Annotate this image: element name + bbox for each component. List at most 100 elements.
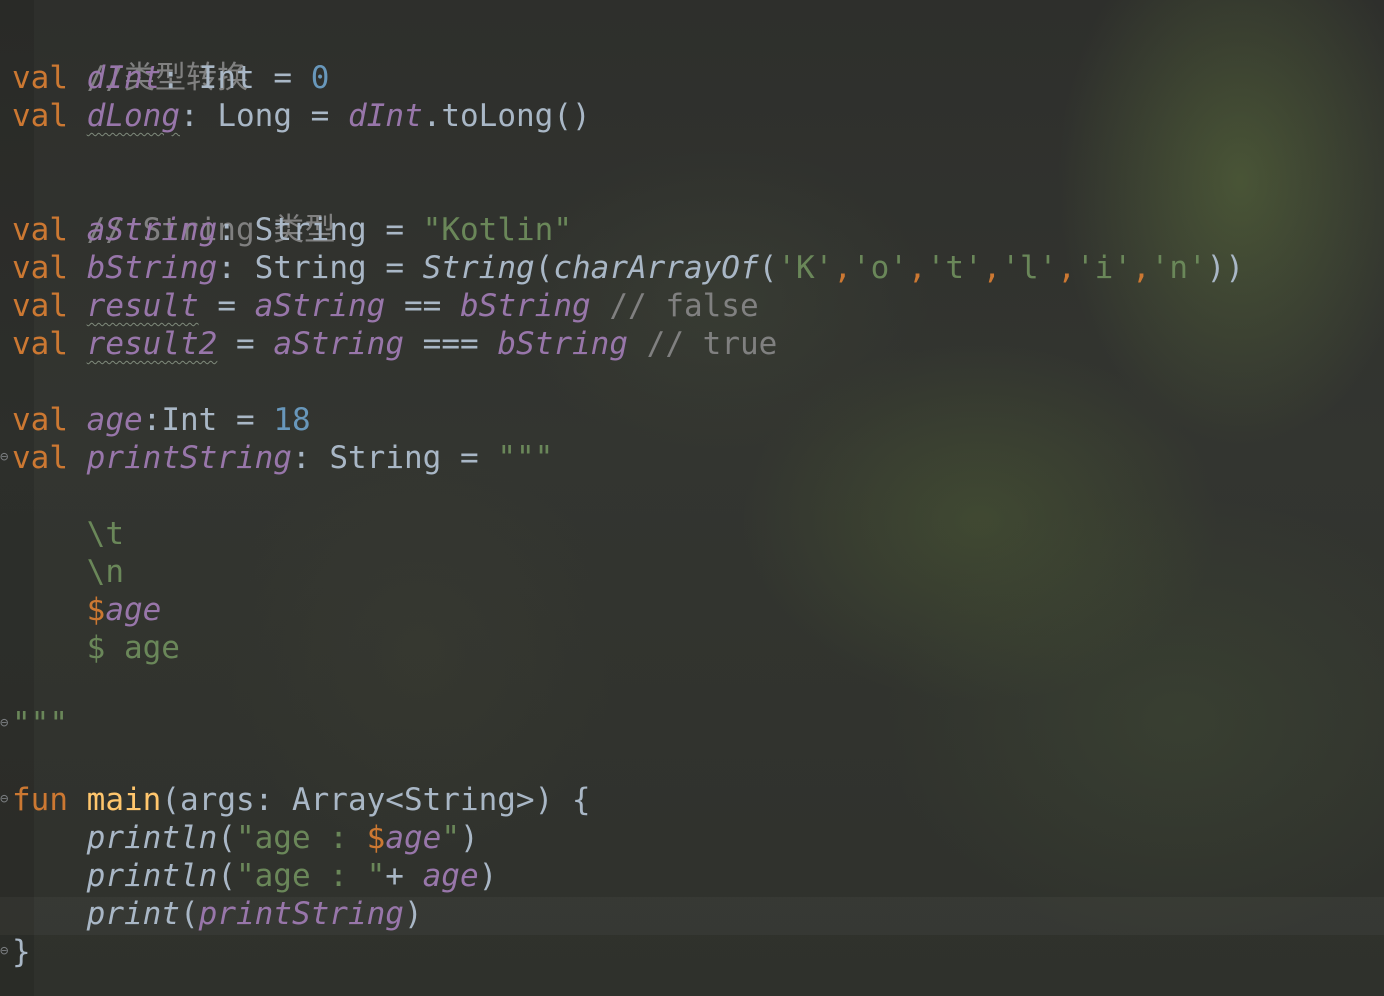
code-line-1: //类型转换 (12, 21, 1384, 96)
function-call: charArrayOf (553, 250, 759, 286)
comma: , (833, 250, 852, 286)
colon: : (291, 440, 311, 476)
identifier-ref: aString (273, 326, 404, 362)
string-literal: "Kotlin" (422, 212, 572, 248)
code-line-20-blank (12, 743, 1384, 781)
assign-operator: = (236, 402, 255, 438)
equality-operator: == (404, 288, 442, 324)
colon: : (161, 60, 180, 96)
keyword-val: val (12, 288, 68, 324)
identifier-warning: result2 (86, 326, 218, 362)
code-line-7: val bString: String = String(charArrayOf… (12, 249, 1384, 287)
function-call: println (86, 820, 218, 856)
close-paren: ) (459, 820, 479, 856)
function-call: println (86, 858, 218, 894)
code-line-9: val result2 = aString === bString // tru… (12, 325, 1384, 363)
assign-operator: = (273, 60, 293, 96)
string-literal: "age : " (235, 858, 386, 894)
code-line-17: $ age (12, 629, 1384, 667)
code-line-3: val dLong: Long = dInt.toLong() (12, 97, 1384, 135)
identifier-ref: printString (198, 896, 404, 932)
number-literal: 18 (273, 402, 311, 438)
template-identifier: age (385, 820, 442, 856)
identifier: bString (86, 250, 218, 286)
type-name: Int (198, 60, 255, 96)
code-line-12: ⊖ val printString: String = """ (0, 439, 1384, 477)
keyword-val: val (12, 98, 68, 134)
code-line-15: \n (12, 553, 1384, 591)
function-call: print (86, 896, 180, 932)
code-line-6: val aString: String = "Kotlin" (12, 211, 1384, 249)
assign-operator: = (310, 98, 330, 134)
function-name: main (86, 782, 162, 818)
assign-operator: = (459, 440, 479, 476)
code-line-14: \t (12, 515, 1384, 553)
keyword-fun: fun (12, 782, 68, 818)
open-paren: ( (534, 250, 554, 286)
comma: , (1057, 250, 1076, 286)
string-literal: "age : (235, 820, 367, 856)
identifier-warning: result (86, 288, 199, 324)
type-name: String (329, 440, 442, 476)
constructor-call: String (422, 250, 535, 286)
template-identifier: age (105, 592, 162, 628)
code-line-19: ⊖ """ (0, 705, 1384, 743)
identity-operator: === (422, 326, 479, 362)
code-line-13-blank (12, 477, 1384, 515)
fold-close-icon[interactable]: ⊖ (0, 714, 10, 732)
char-literal: 't' (926, 250, 983, 286)
identifier: dInt (86, 60, 162, 96)
code-editor[interactable]: //类型转换 val dInt: Int = 0 val dLong: Long… (0, 21, 1384, 971)
raw-string-content: \n (86, 554, 124, 590)
code-line-4-blank (12, 135, 1384, 173)
open-paren: ( (217, 820, 236, 856)
plus-operator: + (385, 858, 423, 894)
comma: , (907, 250, 927, 286)
raw-string-close: """ (12, 706, 68, 742)
fold-open-icon[interactable]: ⊖ (0, 448, 10, 466)
colon: : (217, 250, 236, 286)
assign-operator: = (385, 250, 404, 286)
function-signature: (args: Array<String>) { (161, 782, 591, 818)
template-dollar: $ (366, 820, 386, 856)
raw-string-open: """ (497, 440, 554, 476)
assign-operator: = (217, 288, 236, 324)
colon: : (217, 212, 236, 248)
method-call: .toLong() (422, 98, 591, 134)
code-line-23: println("age : "+ age) (12, 857, 1384, 895)
identifier-ref: aString (254, 288, 386, 324)
keyword-val: val (12, 440, 68, 476)
code-line-22: println("age : $age") (12, 819, 1384, 857)
comment: // true (646, 326, 778, 362)
code-line-5: // String 类型 (12, 173, 1384, 248)
keyword-val: val (12, 326, 68, 362)
identifier-ref: bString (460, 288, 591, 324)
code-line-8: val result = aString == bString // false (12, 287, 1384, 325)
code-line-18-blank (12, 667, 1384, 705)
assign-operator: = (236, 326, 255, 362)
keyword-val: val (12, 402, 68, 438)
close-parens: )) (1206, 250, 1244, 286)
code-line-25: ⊖} (0, 933, 1384, 971)
code-line-16: $age (12, 591, 1384, 629)
char-literal: 'i' (1076, 250, 1132, 286)
code-line-2: val dInt: Int = 0 (12, 59, 1384, 97)
type-name: String (254, 250, 367, 286)
fold-close-icon[interactable]: ⊖ (0, 942, 10, 960)
open-paren: ( (217, 858, 236, 894)
identifier-warning: dLong (86, 98, 180, 134)
colon: : (180, 98, 199, 134)
close-paren: ) (403, 896, 423, 932)
open-paren: ( (179, 896, 199, 932)
identifier-ref: bString (497, 326, 628, 362)
keyword-val: val (12, 60, 68, 96)
char-literal: 'n' (1150, 250, 1207, 286)
identifier: aString (86, 212, 218, 248)
template-dollar: $ (86, 592, 106, 628)
number-literal: 0 (310, 60, 330, 96)
char-literal: 'K' (777, 250, 834, 286)
code-line-24: print(printString) (12, 895, 1384, 933)
fold-open-icon[interactable]: ⊖ (0, 790, 10, 808)
type-name: String (254, 212, 367, 248)
identifier-ref: age (422, 858, 479, 894)
